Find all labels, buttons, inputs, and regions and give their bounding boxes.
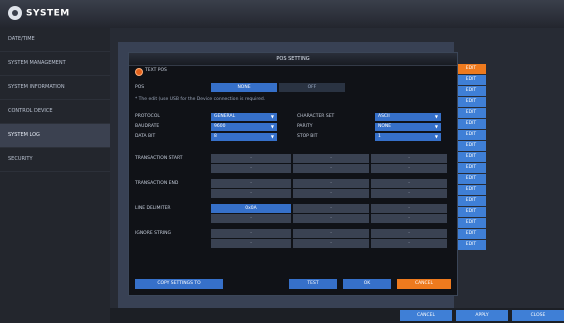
line-delimiter-field-3[interactable]: - <box>371 204 447 213</box>
baudrate-label: BAUDRATE <box>135 124 160 129</box>
chevron-down-icon: ▼ <box>270 114 274 119</box>
apply-button[interactable]: APPLY <box>456 310 508 321</box>
transaction-end-label: TRANSACTION END <box>135 181 179 186</box>
chevron-down-icon: ▼ <box>434 134 438 139</box>
ignore-string-field-6[interactable]: - <box>371 239 447 248</box>
edit-button[interactable]: EDIT <box>456 163 486 173</box>
transaction-end-field-6[interactable]: - <box>371 189 447 198</box>
transaction-end-field-2[interactable]: - <box>293 179 369 188</box>
chevron-down-icon: ▼ <box>270 124 274 129</box>
text-pos-radio[interactable] <box>135 68 143 76</box>
edit-button[interactable]: EDIT <box>456 185 486 195</box>
line-delimiter-field-6[interactable]: - <box>371 214 447 223</box>
baudrate-select[interactable]: 9600 ▼ <box>211 123 277 131</box>
line-delimiter-label: LINE DELIMITER <box>135 206 171 211</box>
ignore-string-field-2[interactable]: - <box>293 229 369 238</box>
pos-option-off[interactable]: OFF <box>279 83 345 92</box>
edit-button[interactable]: EDIT <box>456 97 486 107</box>
close-button[interactable]: CLOSE <box>512 310 564 321</box>
pos-option-none[interactable]: NONE <box>211 83 277 92</box>
baudrate-value: 9600 <box>214 124 226 129</box>
chevron-down-icon: ▼ <box>434 114 438 119</box>
stop-bit-select[interactable]: 1 ▼ <box>375 133 441 141</box>
transaction-start-field-3[interactable]: - <box>371 154 447 163</box>
character-set-value: ASCII <box>378 114 390 119</box>
line-delimiter-field-4[interactable]: - <box>211 214 291 223</box>
edit-button[interactable]: EDIT <box>456 174 486 184</box>
sidebar-item-date-time[interactable]: DATE/TIME <box>0 28 110 52</box>
transaction-end-field-3[interactable]: - <box>371 179 447 188</box>
edit-button[interactable]: EDIT <box>456 207 486 217</box>
ignore-string-field-3[interactable]: - <box>371 229 447 238</box>
ok-button[interactable]: OK <box>343 279 391 289</box>
ignore-string-field-1[interactable]: - <box>211 229 291 238</box>
line-delimiter-field-2[interactable]: - <box>293 204 369 213</box>
edit-button[interactable]: EDIT <box>456 152 486 162</box>
transaction-start-field-6[interactable]: - <box>371 164 447 173</box>
ignore-string-field-5[interactable]: - <box>293 239 369 248</box>
edit-button-column: EDIT EDIT EDIT EDIT EDIT EDIT EDIT EDIT … <box>456 64 486 251</box>
sidebar-item-system-management[interactable]: SYSTEM MANAGEMENT <box>0 52 110 76</box>
data-bit-label: DATA BIT <box>135 134 156 139</box>
sidebar-item-system-information[interactable]: SYSTEM INFORMATION <box>0 76 110 100</box>
character-set-select[interactable]: ASCII ▼ <box>375 113 441 121</box>
parity-label: PARITY <box>297 124 313 129</box>
edit-button[interactable]: EDIT <box>456 86 486 96</box>
edit-button[interactable]: EDIT <box>456 75 486 85</box>
sidebar-item-security[interactable]: SECURITY <box>0 148 110 172</box>
parity-value: NONE <box>378 124 392 129</box>
edit-button[interactable]: EDIT <box>456 130 486 140</box>
dialog-title: POS SETTING <box>129 53 457 66</box>
pos-setting-dialog: POS SETTING TEXT POS POS NONE OFF * The … <box>128 52 458 296</box>
app-title-text: SYSTEM <box>26 8 70 19</box>
sidebar-item-control-device[interactable]: CONTROL DEVICE <box>0 100 110 124</box>
chevron-down-icon: ▼ <box>434 124 438 129</box>
transaction-start-field-4[interactable]: - <box>211 164 291 173</box>
line-delimiter-field-5[interactable]: - <box>293 214 369 223</box>
edit-button[interactable]: EDIT <box>456 108 486 118</box>
transaction-start-field-5[interactable]: - <box>293 164 369 173</box>
stop-bit-value: 1 <box>378 134 381 139</box>
gear-icon <box>8 6 22 20</box>
text-pos-label: TEXT POS <box>145 68 167 73</box>
ignore-string-label: IGNORE STRING <box>135 231 172 236</box>
edit-button[interactable]: EDIT <box>456 141 486 151</box>
edit-button[interactable]: EDIT <box>456 240 486 250</box>
sidebar-item-system-log[interactable]: SYSTEM LOG <box>0 124 110 148</box>
ignore-string-field-4[interactable]: - <box>211 239 291 248</box>
footer-bar: CANCEL APPLY CLOSE <box>110 308 564 323</box>
transaction-end-field-1[interactable]: - <box>211 179 291 188</box>
protocol-value: GENERAL <box>214 114 236 119</box>
transaction-start-label: TRANSACTION START <box>135 156 183 161</box>
edit-button[interactable]: EDIT <box>456 229 486 239</box>
test-button[interactable]: TEST <box>289 279 337 289</box>
edit-button[interactable]: EDIT <box>456 196 486 206</box>
parity-select[interactable]: NONE ▼ <box>375 123 441 131</box>
character-set-label: CHARACTER SET <box>297 114 335 119</box>
transaction-end-field-4[interactable]: - <box>211 189 291 198</box>
app-title: SYSTEM <box>8 6 70 20</box>
stop-bit-label: STOP BIT <box>297 134 318 139</box>
transaction-end-field-5[interactable]: - <box>293 189 369 198</box>
protocol-label: PROTOCOL <box>135 114 160 119</box>
transaction-start-field-2[interactable]: - <box>293 154 369 163</box>
usb-hint: * The edit (use USB for the Device conne… <box>135 97 266 102</box>
protocol-select[interactable]: GENERAL ▼ <box>211 113 277 121</box>
transaction-start-field-1[interactable]: - <box>211 154 291 163</box>
pos-label: POS <box>135 85 145 90</box>
edit-button[interactable]: EDIT <box>456 64 486 74</box>
data-bit-value: 8 <box>214 134 217 139</box>
chevron-down-icon: ▼ <box>270 134 274 139</box>
data-bit-select[interactable]: 8 ▼ <box>211 133 277 141</box>
edit-button[interactable]: EDIT <box>456 119 486 129</box>
footer-cancel-button[interactable]: CANCEL <box>400 310 452 321</box>
cancel-button[interactable]: CANCEL <box>397 279 451 289</box>
sidebar: DATE/TIME SYSTEM MANAGEMENT SYSTEM INFOR… <box>0 28 110 323</box>
edit-button[interactable]: EDIT <box>456 218 486 228</box>
copy-settings-button[interactable]: COPY SETTINGS TO <box>135 279 223 289</box>
top-bar: SYSTEM <box>0 0 564 29</box>
line-delimiter-field-1[interactable]: 0x0A <box>211 204 291 213</box>
